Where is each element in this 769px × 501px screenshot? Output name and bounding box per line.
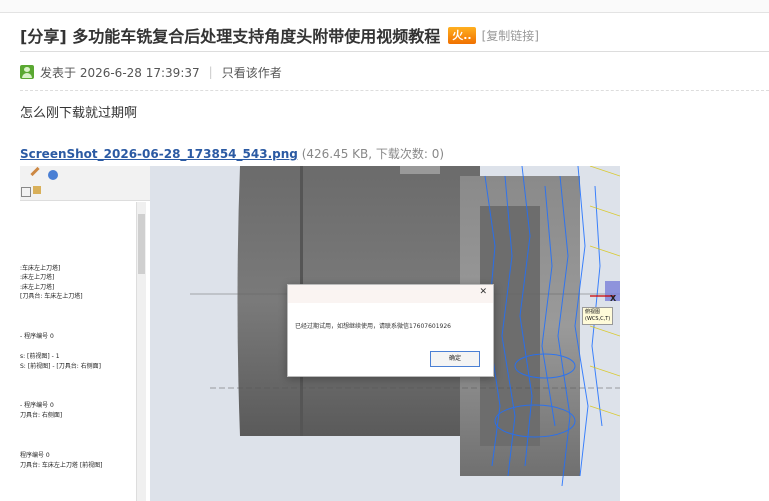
- tree-line: 程序编号 0: [20, 452, 50, 459]
- select-icon: [21, 187, 31, 197]
- post-time: 发表于 2026-6-28 17:39:37: [40, 65, 200, 80]
- tree-line: :车床左上刀塔]: [20, 265, 61, 272]
- tree-line: - 程序编号 0: [20, 402, 54, 409]
- tree-line: :床左上刀塔]: [20, 284, 55, 291]
- attachment-link[interactable]: ScreenShot_2026-06-28_173854_543.png: [20, 147, 298, 161]
- tree-line: 刀具台: 车床左上刀塔 [前视图]: [20, 462, 103, 469]
- tree-line: 刀具台: 右侧面]: [20, 412, 63, 419]
- title-divider: [20, 51, 769, 52]
- meta-separator: |: [208, 65, 213, 79]
- copy-link-button[interactable]: [复制链接]: [482, 27, 539, 44]
- panel-scrollbar[interactable]: [136, 202, 146, 501]
- only-author-link[interactable]: 只看该作者: [222, 64, 282, 81]
- ok-button[interactable]: 确定: [430, 351, 480, 367]
- view-name: 俯视图: [585, 309, 601, 315]
- tree-line: S: [前视图] - [刀具台: 右侧面]: [20, 363, 102, 370]
- view-label: 俯视图 (WCS,C,T): [582, 307, 614, 325]
- operations-toolbar: [20, 166, 150, 201]
- tree-line: [刀具台: 车床左上刀塔]: [20, 293, 83, 300]
- thread-title-row: [分享] 多功能车铣复合后处理支持角度头附带使用视频教程 火.. [复制链接]: [20, 24, 539, 46]
- attachment-row: ScreenShot_2026-06-28_173854_543.png (42…: [20, 145, 444, 162]
- user-online-icon: [20, 65, 34, 79]
- scroll-thumb[interactable]: [138, 214, 145, 274]
- tree-line: s: [前视图] - 1: [20, 353, 60, 360]
- attachment-info: (426.45 KB, 下载次数: 0): [301, 147, 445, 161]
- attachment-image[interactable]: :车床左上刀塔] :床左上刀塔] :床左上刀塔] [刀具台: 车床左上刀塔] -…: [20, 166, 620, 501]
- tree-line: :床左上刀塔]: [20, 274, 55, 281]
- thread-title: [分享] 多功能车铣复合后处理支持角度头附带使用视频教程: [20, 27, 441, 46]
- expired-dialog: ✕ 已经过期试用，如想继续使用，请联系微信17607601926 确定: [287, 284, 494, 377]
- close-icon[interactable]: ✕: [479, 287, 487, 297]
- dialog-message: 已经过期试用，如想继续使用，请联系微信17607601926: [295, 323, 451, 330]
- help-icon: [48, 170, 58, 180]
- axis-x-label: X: [610, 294, 617, 303]
- dialog-titlebar: [288, 285, 493, 303]
- meta-divider: [20, 90, 769, 91]
- view-wcs: (WCS,C,T): [585, 316, 611, 322]
- tree-line: - 程序编号 0: [20, 333, 54, 340]
- hot-badge: 火..: [448, 26, 476, 44]
- pen-icon: [30, 166, 40, 177]
- post-meta: 发表于 2026-6-28 17:39:37 | 只看该作者: [20, 63, 282, 81]
- tool-icon: [33, 186, 41, 194]
- post-body: 怎么刚下载就过期啊: [20, 106, 138, 121]
- top-bar: [0, 0, 769, 13]
- operations-panel: :车床左上刀塔] :床左上刀塔] :床左上刀塔] [刀具台: 车床左上刀塔] -…: [20, 166, 151, 501]
